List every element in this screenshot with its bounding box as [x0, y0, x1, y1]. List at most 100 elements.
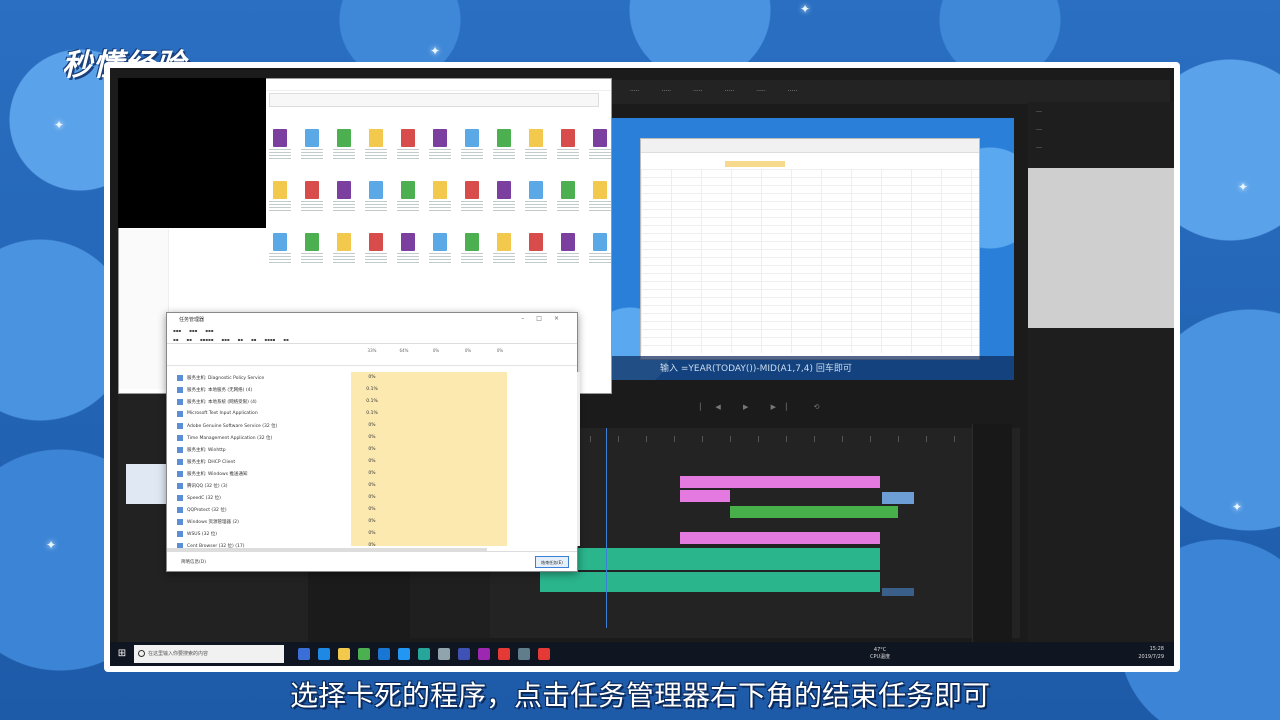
file-icon[interactable] [365, 129, 387, 159]
menu-item[interactable]: ····· [662, 88, 672, 96]
file-icon[interactable] [301, 233, 323, 263]
file-icon[interactable] [493, 233, 515, 263]
file-icon[interactable] [397, 129, 419, 159]
task-manager-icon[interactable] [518, 648, 530, 660]
video-clip[interactable] [680, 532, 880, 544]
task-view-icon[interactable] [298, 648, 310, 660]
search-box[interactable] [269, 93, 599, 107]
chrome-icon[interactable] [498, 648, 510, 660]
column-memory[interactable]: 64% [389, 348, 419, 353]
panel-row[interactable]: ― [1036, 144, 1166, 156]
menu-item[interactable]: ····· [756, 88, 766, 96]
process-row[interactable]: Adobe Genuine Software Service (32 位) 0% [167, 420, 577, 432]
file-icon[interactable] [493, 181, 515, 211]
clock[interactable]: 15:28 2019/7/29 [1138, 645, 1164, 661]
file-icon[interactable] [269, 181, 291, 211]
column-cpu[interactable]: 33% [357, 348, 387, 353]
tab[interactable]: ▪▪▪ [221, 337, 229, 342]
process-row[interactable]: QQProtect (32 位) 0% [167, 504, 577, 516]
file-icon[interactable] [589, 181, 611, 211]
file-icon[interactable] [461, 233, 483, 263]
app-icon[interactable] [398, 648, 410, 660]
file-icon[interactable] [333, 129, 355, 159]
menu-item[interactable]: ····· [788, 88, 798, 96]
store-icon[interactable] [358, 648, 370, 660]
process-row[interactable]: 服务主机: 本地服务 (无网络) (4) 0.1% [167, 384, 577, 396]
file-icon[interactable] [429, 233, 451, 263]
app-icon[interactable] [418, 648, 430, 660]
video-clip[interactable] [730, 506, 898, 518]
file-icon[interactable] [589, 129, 611, 159]
tab-processes[interactable]: ▪▪ [173, 337, 178, 342]
process-row[interactable]: Microsoft Text Input Application 0.1% [167, 408, 577, 420]
process-row[interactable]: 服务主机: DHCP Client 0% [167, 456, 577, 468]
premiere-icon[interactable] [478, 648, 490, 660]
column-network[interactable]: 0% [453, 348, 483, 353]
end-task-button[interactable]: 结束任务(E) [535, 556, 569, 568]
file-icon[interactable] [557, 233, 579, 263]
process-row[interactable]: Windows 资源管理器 (2) 0% [167, 516, 577, 528]
process-row[interactable]: WSUS (32 位) 0% [167, 528, 577, 540]
process-row[interactable]: SpeedC (32 位) 0% [167, 492, 577, 504]
taskbar-search[interactable]: 在这里输入你要搜索的内容 [134, 645, 284, 663]
windows-start-icon[interactable]: ⊞ [110, 642, 134, 666]
process-row[interactable]: 服务主机: Winhttp 0% [167, 444, 577, 456]
folder-icon[interactable] [338, 648, 350, 660]
edge-icon[interactable] [318, 648, 330, 660]
file-icon[interactable] [397, 181, 419, 211]
menu-item[interactable]: ····· [693, 88, 703, 96]
time-ruler[interactable] [590, 436, 1010, 442]
playhead[interactable] [606, 428, 607, 628]
window-controls[interactable]: –□× [521, 315, 571, 322]
audio-clip[interactable] [540, 572, 880, 592]
video-clip[interactable] [680, 490, 730, 502]
file-icon[interactable] [269, 233, 291, 263]
video-clip[interactable] [882, 492, 914, 504]
file-icon[interactable] [301, 181, 323, 211]
menu-item[interactable]: ····· [725, 88, 735, 96]
file-icon[interactable] [365, 181, 387, 211]
app-icon[interactable] [538, 648, 550, 660]
panel-row[interactable]: ― [1036, 108, 1166, 120]
file-icon[interactable] [397, 233, 419, 263]
file-icon[interactable] [525, 233, 547, 263]
panel-row[interactable]: ― [1036, 126, 1166, 138]
mail-icon[interactable] [378, 648, 390, 660]
file-icon[interactable] [525, 129, 547, 159]
menu-item[interactable]: ····· [630, 88, 640, 96]
vertical-scrollbar[interactable] [577, 372, 580, 546]
file-icon[interactable] [333, 181, 355, 211]
file-icon[interactable] [461, 181, 483, 211]
file-icon[interactable] [525, 181, 547, 211]
video-clip[interactable] [680, 476, 880, 488]
audio-clip[interactable] [540, 548, 880, 570]
audio-clip[interactable] [882, 588, 914, 596]
column-disk[interactable]: 0% [421, 348, 451, 353]
file-icon[interactable] [429, 181, 451, 211]
process-row[interactable]: 服务主机: Diagnostic Policy Service 0% [167, 372, 577, 384]
file-icon[interactable] [589, 233, 611, 263]
file-icon[interactable] [269, 129, 291, 159]
file-icon[interactable] [333, 233, 355, 263]
playback-controls[interactable]: ▏◀ ▶ ▶▏ ⟲ [700, 403, 920, 411]
file-icon[interactable] [301, 129, 323, 159]
file-icon[interactable] [557, 181, 579, 211]
file-icon[interactable] [429, 129, 451, 159]
tab[interactable]: ▪▪ [251, 337, 256, 342]
file-icon[interactable] [557, 129, 579, 159]
settings-icon[interactable] [438, 648, 450, 660]
menu-item[interactable]: ▪▪▪ [173, 328, 181, 333]
process-row[interactable]: 腾讯QQ (32 位) (3) 0% [167, 480, 577, 492]
process-row[interactable]: Time Management Application (32 位) 0% [167, 432, 577, 444]
tab[interactable]: ▪▪ [186, 337, 191, 342]
menu-item[interactable]: ▪▪▪ [189, 328, 197, 333]
file-icon[interactable] [461, 129, 483, 159]
file-icon[interactable] [493, 129, 515, 159]
tab[interactable]: ▪▪▪▪▪ [200, 337, 214, 342]
app-icon[interactable] [458, 648, 470, 660]
tab[interactable]: ▪▪▪▪ [264, 337, 275, 342]
tab[interactable]: ▪▪ [283, 337, 288, 342]
fewer-details-link[interactable]: 简略信息(D) [181, 559, 206, 565]
process-row[interactable]: 服务主机: 本地系统 (网络受限) (4) 0.1% [167, 396, 577, 408]
file-icon[interactable] [365, 233, 387, 263]
